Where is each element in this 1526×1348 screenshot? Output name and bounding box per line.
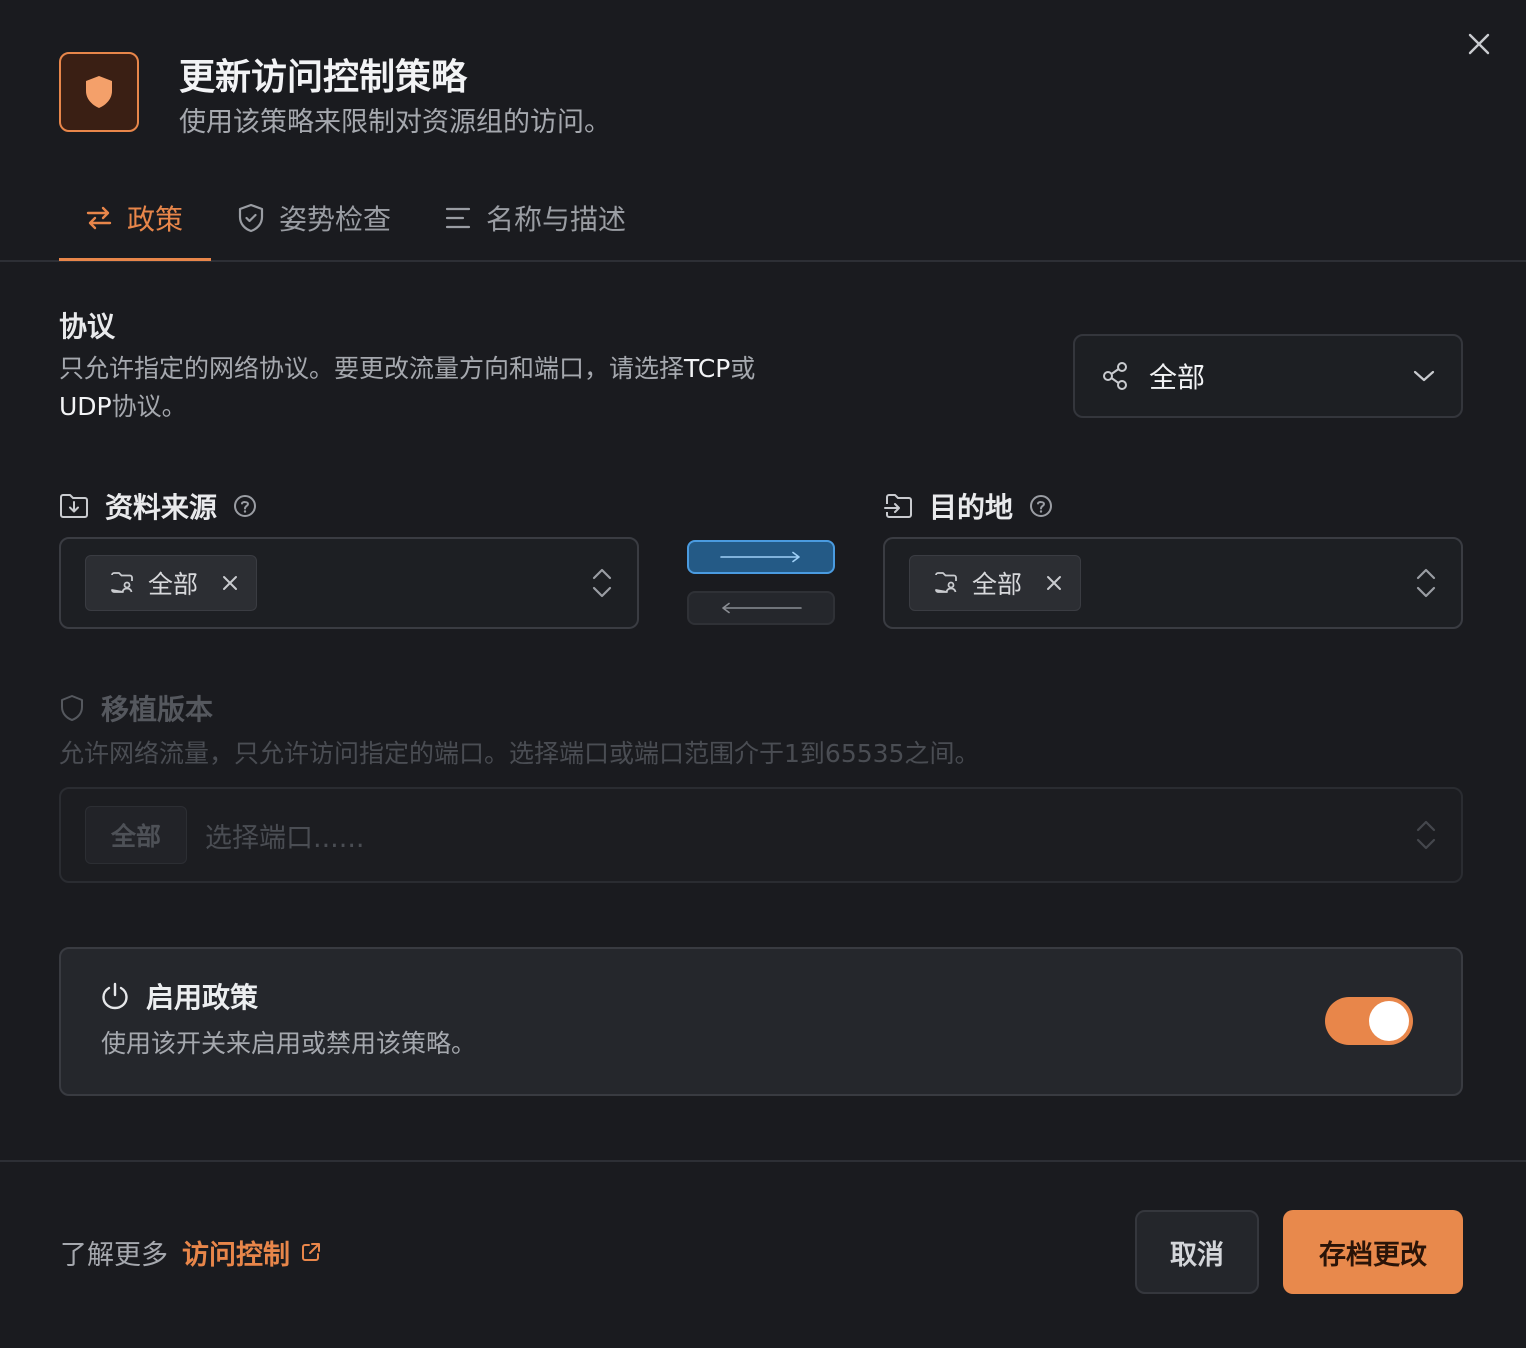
tab-label: 名称与描述 (486, 203, 627, 236)
ports-select: 全部 选择端口...... (59, 787, 1463, 883)
tab-label: 姿势检查 (279, 203, 392, 236)
protocol-select[interactable]: 全部 (1073, 334, 1463, 418)
learn-more: 了解更多 访问控制 (60, 1232, 322, 1272)
tab-posture-checks[interactable]: 姿势检查 (237, 196, 391, 240)
folder-download-icon (60, 494, 88, 518)
folder-group-icon (111, 572, 133, 593)
text-lines-icon (445, 207, 471, 229)
direction-forward-button[interactable] (687, 540, 835, 574)
enable-policy-title: 启用政策 (100, 976, 258, 1016)
enable-policy-toggle[interactable] (1325, 997, 1413, 1045)
udp-keyword: UDP (59, 392, 112, 421)
access-control-link-text: 访问控制 (182, 1239, 290, 1271)
chevron-down-icon (1413, 370, 1435, 382)
source-chip-label: 全部 (148, 570, 199, 599)
destination-label-text: 目的地 (929, 491, 1014, 524)
arrow-right-icon (720, 551, 800, 563)
enable-policy-card (59, 947, 1463, 1096)
share-nodes-icon (1103, 362, 1127, 390)
footer-divider (0, 1160, 1526, 1162)
destination-chip: 全部 (909, 555, 1081, 611)
direction-backward-button[interactable] (687, 591, 835, 625)
shield-check-icon (238, 203, 264, 233)
destination-label: 目的地 (883, 486, 1053, 526)
ports-placeholder: 选择端口...... (205, 822, 365, 854)
destination-expand-toggle[interactable] (1415, 567, 1437, 599)
tab-label: 政策 (127, 203, 184, 236)
tab-name-description[interactable]: 名称与描述 (444, 196, 626, 240)
arrows-swap-icon (86, 206, 112, 230)
source-chip: 全部 (85, 555, 257, 611)
help-circle-icon[interactable] (233, 494, 257, 518)
ports-title: 移植版本 (59, 688, 213, 728)
enable-policy-description: 使用该开关来启用或禁用该策略。 (101, 1029, 477, 1058)
close-button[interactable] (1463, 28, 1495, 60)
source-label-text: 资料来源 (105, 491, 218, 524)
protocol-title: 协议 (59, 310, 116, 343)
chevron-up-down-icon (592, 568, 612, 598)
enable-policy-title-text: 启用政策 (146, 981, 259, 1014)
close-icon (1047, 576, 1061, 590)
external-link-icon (302, 1243, 320, 1261)
ports-title-text: 移植版本 (101, 693, 214, 726)
shield-icon (86, 76, 112, 108)
active-tab-indicator (59, 258, 211, 261)
help-circle-icon[interactable] (1029, 494, 1053, 518)
destination-chip-label: 全部 (972, 570, 1023, 599)
policy-shield-logo (59, 52, 139, 132)
chevron-up-down-icon (1416, 820, 1436, 850)
arrow-left-icon (722, 602, 802, 614)
shield-outline-icon (61, 695, 83, 721)
protocol-description: 只允许指定的网络协议。要更改流量方向和端口，请选择TCP或 UDP协议。 (59, 354, 756, 421)
remove-destination-chip-button[interactable] (1046, 575, 1062, 591)
chevron-up-down-icon (1416, 568, 1436, 598)
remove-source-chip-button[interactable] (222, 575, 238, 591)
access-control-link[interactable]: 访问控制 (182, 1233, 322, 1272)
source-label: 资料来源 (59, 486, 257, 526)
close-icon (223, 576, 237, 590)
power-icon (102, 982, 128, 1010)
toggle-knob (1369, 1001, 1409, 1041)
tabs-divider (0, 260, 1526, 262)
protocol-selected-value: 全部 (1149, 361, 1206, 394)
save-changes-button[interactable]: 存档更改 (1283, 1210, 1463, 1294)
ports-description: 允许网络流量，只允许访问指定的端口。选择端口或端口范围介于1到65535之间。 (59, 739, 980, 768)
source-multiselect[interactable]: 全部 (59, 537, 639, 629)
source-expand-toggle[interactable] (591, 567, 613, 599)
cancel-button[interactable]: 取消 (1135, 1210, 1259, 1294)
tcp-keyword: TCP (684, 354, 731, 383)
learn-more-prefix: 了解更多 (60, 1239, 168, 1271)
folder-group-icon (935, 572, 957, 593)
destination-multiselect[interactable]: 全部 (883, 537, 1463, 629)
dialog-title: 更新访问控制策略 (179, 57, 468, 98)
tab-policy[interactable]: 政策 (85, 196, 183, 240)
folder-input-icon (884, 494, 912, 518)
close-icon (1468, 33, 1490, 55)
ports-all-chip: 全部 (85, 806, 187, 864)
dialog-subtitle: 使用该策略来限制对资源组的访问。 (179, 107, 611, 138)
